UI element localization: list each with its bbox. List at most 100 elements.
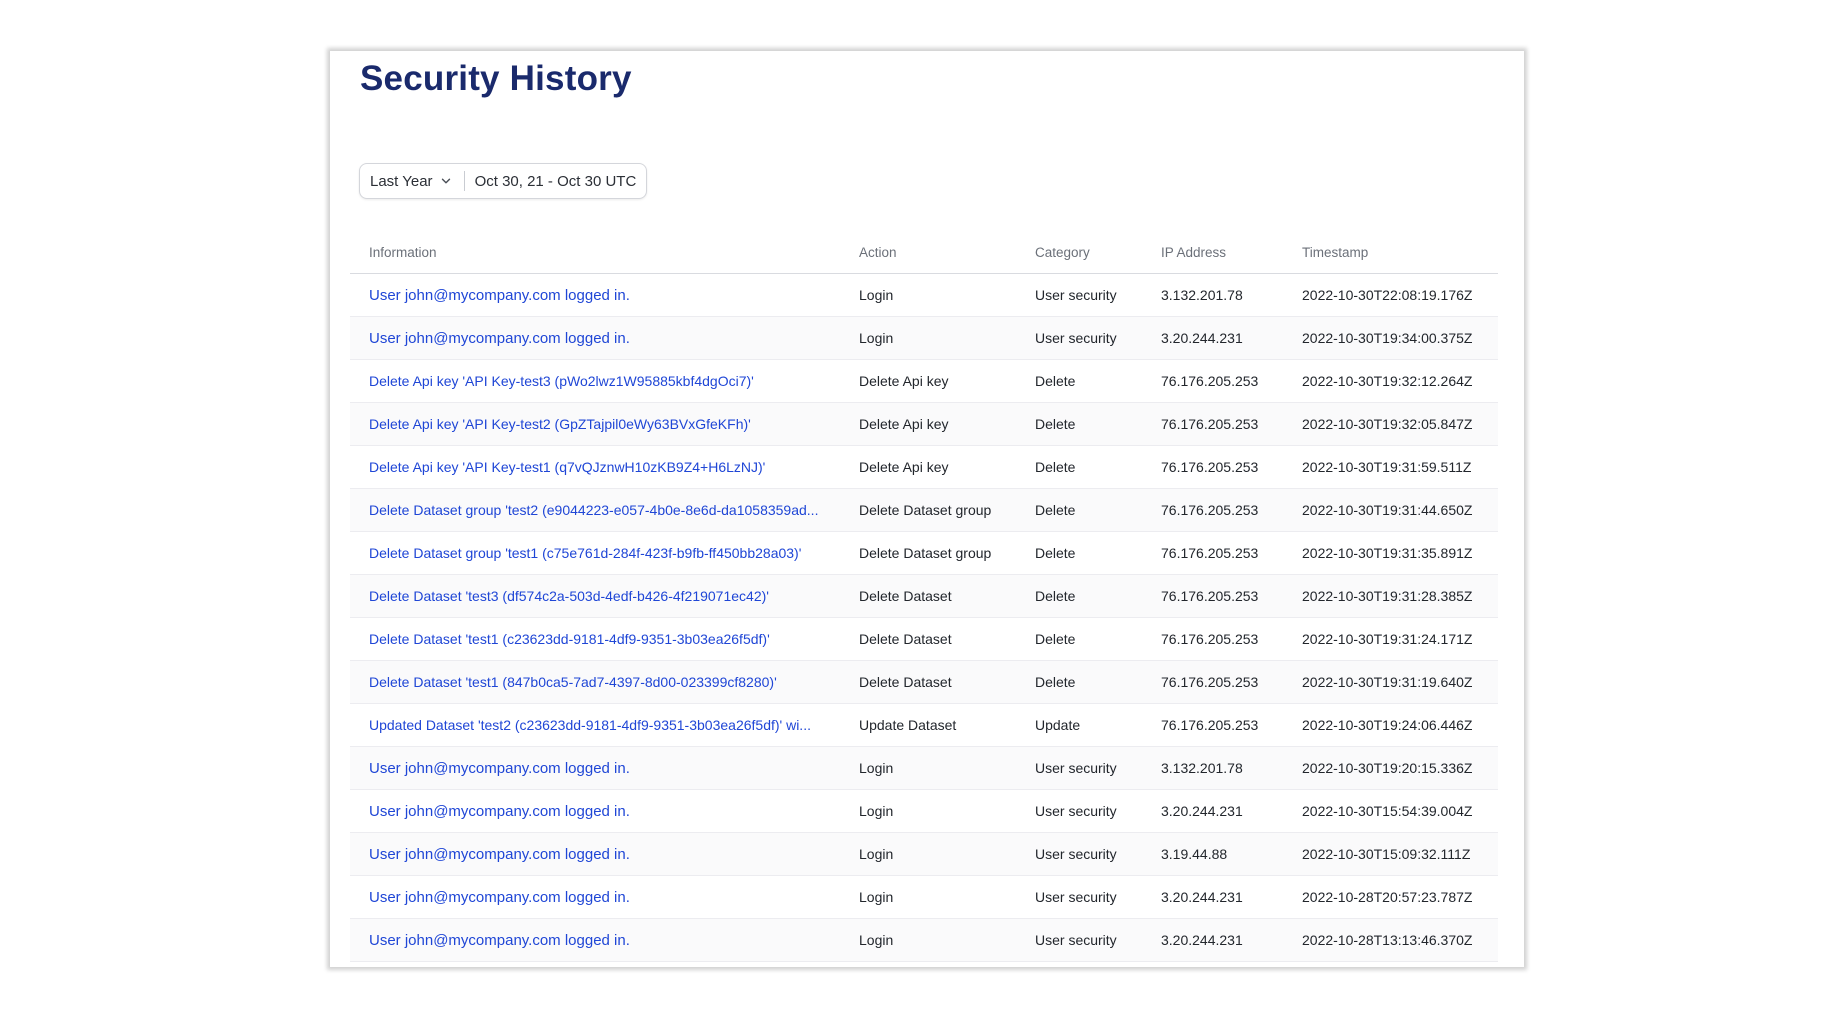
event-link[interactable]: Delete Dataset 'test1 (c23623dd-9181-4df… <box>369 631 770 647</box>
cell-timestamp: 2022-10-30T19:31:28.385Z <box>1283 574 1498 618</box>
table-header-row: Information Action Category IP Address T… <box>350 231 1498 274</box>
event-link[interactable]: Delete Dataset 'test3 (df574c2a-503d-4ed… <box>369 588 769 604</box>
cell-action: Delete Api key <box>840 359 1016 403</box>
event-link[interactable]: User john@mycompany.com logged in. <box>369 846 630 863</box>
column-header-information[interactable]: Information <box>350 231 840 274</box>
cell-information: User john@mycompany.com logged in. <box>350 316 840 360</box>
cell-ip-address: 76.176.205.253 <box>1142 660 1283 704</box>
cell-action: Delete Dataset <box>840 660 1016 704</box>
cell-category: User security <box>1016 918 1142 962</box>
cell-timestamp: 2022-10-30T19:31:19.640Z <box>1283 660 1498 704</box>
cell-ip-address: 76.176.205.253 <box>1142 488 1283 532</box>
event-link[interactable]: User john@mycompany.com logged in. <box>369 932 630 949</box>
cell-category: Delete <box>1016 488 1142 532</box>
period-dropdown[interactable]: Last Year <box>370 173 452 190</box>
filter-divider <box>463 171 465 191</box>
cell-action: Login <box>840 918 1016 962</box>
cell-information: Delete Api key 'API Key-test3 (pWo2lwz1W… <box>350 359 840 403</box>
cell-ip-address: 76.176.205.253 <box>1142 531 1283 575</box>
security-history-panel: Security History Last Year Oct 30, 21 - … <box>330 51 1524 967</box>
event-link[interactable]: Delete Dataset 'test1 (847b0ca5-7ad7-439… <box>369 674 777 690</box>
cell-action: Login <box>840 875 1016 919</box>
cell-timestamp: 2022-10-30T19:31:24.171Z <box>1283 617 1498 661</box>
cell-category: Delete <box>1016 617 1142 661</box>
table-row: Delete Dataset group 'test1 (c75e761d-28… <box>350 531 1498 575</box>
cell-information: User john@mycompany.com logged in. <box>350 273 840 317</box>
cell-timestamp: 2022-10-30T15:54:39.004Z <box>1283 789 1498 833</box>
column-header-category[interactable]: Category <box>1016 231 1142 274</box>
cell-category: Delete <box>1016 445 1142 489</box>
cell-ip-address: 3.20.244.231 <box>1142 789 1283 833</box>
cell-category: Delete <box>1016 402 1142 446</box>
cell-category: User security <box>1016 832 1142 876</box>
cell-action: Login <box>840 746 1016 790</box>
cell-ip-address: 76.176.205.253 <box>1142 574 1283 618</box>
cell-timestamp: 2022-10-30T19:31:59.511Z <box>1283 445 1498 489</box>
cell-ip-address: 3.20.244.231 <box>1142 316 1283 360</box>
event-link[interactable]: Delete Dataset group 'test1 (c75e761d-28… <box>369 545 801 561</box>
cell-timestamp: 2022-10-30T15:09:32.111Z <box>1283 832 1498 876</box>
event-link[interactable]: User john@mycompany.com logged in. <box>369 287 630 304</box>
period-dropdown-label: Last Year <box>370 172 433 190</box>
table-row: User john@mycompany.com logged in. Login U… <box>350 746 1498 790</box>
cell-action: Delete Dataset <box>840 617 1016 661</box>
event-link[interactable]: User john@mycompany.com logged in. <box>369 760 630 777</box>
table-row: Delete Dataset 'test1 (847b0ca5-7ad7-439… <box>350 660 1498 704</box>
date-range-label[interactable]: Oct 30, 21 - Oct 30 UTC <box>475 173 637 190</box>
cell-information: Updated Dataset 'test2 (c23623dd-9181-4d… <box>350 703 840 747</box>
table-body: User john@mycompany.com logged in. Login U… <box>350 273 1498 962</box>
event-link[interactable]: Delete Api key 'API Key-test1 (q7vQJznwH… <box>369 459 765 475</box>
table-row: User john@mycompany.com logged in. Login U… <box>350 316 1498 360</box>
cell-information: Delete Dataset 'test3 (df574c2a-503d-4ed… <box>350 574 840 618</box>
chevron-down-icon <box>441 178 450 184</box>
cell-action: Login <box>840 789 1016 833</box>
event-link[interactable]: User john@mycompany.com logged in. <box>369 803 630 820</box>
event-link[interactable]: Updated Dataset 'test2 (c23623dd-9181-4d… <box>369 717 811 733</box>
cell-timestamp: 2022-10-30T22:08:19.176Z <box>1283 273 1498 317</box>
cell-information: Delete Dataset 'test1 (c23623dd-9181-4df… <box>350 617 840 661</box>
cell-timestamp: 2022-10-28T20:57:23.787Z <box>1283 875 1498 919</box>
cell-action: Update Dataset <box>840 703 1016 747</box>
cell-ip-address: 3.20.244.231 <box>1142 875 1283 919</box>
cell-ip-address: 3.132.201.78 <box>1142 273 1283 317</box>
cell-action: Delete Dataset group <box>840 531 1016 575</box>
table-row: User john@mycompany.com logged in. Login U… <box>350 273 1498 317</box>
column-header-action[interactable]: Action <box>840 231 1016 274</box>
event-link[interactable]: Delete Api key 'API Key-test3 (pWo2lwz1W… <box>369 373 754 389</box>
cell-information: User john@mycompany.com logged in. <box>350 918 840 962</box>
event-link[interactable]: Delete Api key 'API Key-test2 (GpZTajpil… <box>369 416 751 432</box>
cell-information: Delete Dataset group 'test1 (c75e761d-28… <box>350 531 840 575</box>
cell-ip-address: 76.176.205.253 <box>1142 402 1283 446</box>
cell-ip-address: 76.176.205.253 <box>1142 617 1283 661</box>
cell-information: Delete Dataset 'test1 (847b0ca5-7ad7-439… <box>350 660 840 704</box>
event-link[interactable]: Delete Dataset group 'test2 (e9044223-e0… <box>369 502 818 518</box>
cell-information: User john@mycompany.com logged in. <box>350 832 840 876</box>
cell-timestamp: 2022-10-30T19:20:15.336Z <box>1283 746 1498 790</box>
table-row: User john@mycompany.com logged in. Login U… <box>350 832 1498 876</box>
cell-ip-address: 76.176.205.253 <box>1142 703 1283 747</box>
column-header-ip-address[interactable]: IP Address <box>1142 231 1283 274</box>
cell-category: User security <box>1016 316 1142 360</box>
cell-timestamp: 2022-10-28T13:13:46.370Z <box>1283 918 1498 962</box>
cell-timestamp: 2022-10-30T19:31:44.650Z <box>1283 488 1498 532</box>
cell-information: Delete Dataset group 'test2 (e9044223-e0… <box>350 488 840 532</box>
table-row: User john@mycompany.com logged in. Login U… <box>350 918 1498 962</box>
cell-ip-address: 3.20.244.231 <box>1142 918 1283 962</box>
cell-information: User john@mycompany.com logged in. <box>350 789 840 833</box>
cell-category: Delete <box>1016 531 1142 575</box>
event-link[interactable]: User john@mycompany.com logged in. <box>369 889 630 906</box>
cell-action: Delete Dataset group <box>840 488 1016 532</box>
event-link[interactable]: User john@mycompany.com logged in. <box>369 330 630 347</box>
cell-timestamp: 2022-10-30T19:34:00.375Z <box>1283 316 1498 360</box>
table-row: Delete Api key 'API Key-test3 (pWo2lwz1W… <box>350 359 1498 403</box>
cell-information: Delete Api key 'API Key-test2 (GpZTajpil… <box>350 402 840 446</box>
table-row: Delete Dataset 'test1 (c23623dd-9181-4df… <box>350 617 1498 661</box>
cell-action: Login <box>840 273 1016 317</box>
cell-category: User security <box>1016 273 1142 317</box>
cell-action: Delete Api key <box>840 445 1016 489</box>
table-row: Delete Api key 'API Key-test1 (q7vQJznwH… <box>350 445 1498 489</box>
column-header-timestamp[interactable]: Timestamp <box>1283 231 1498 274</box>
cell-category: Delete <box>1016 574 1142 618</box>
cell-ip-address: 3.132.201.78 <box>1142 746 1283 790</box>
cell-category: Delete <box>1016 359 1142 403</box>
